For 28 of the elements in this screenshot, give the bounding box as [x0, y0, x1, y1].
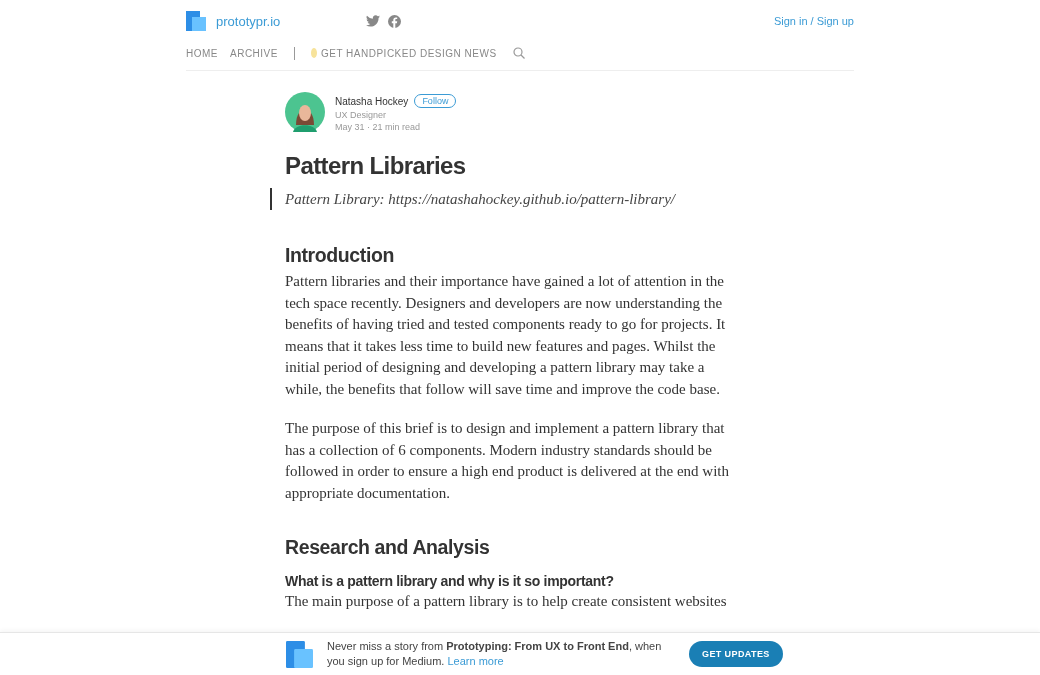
logo-icon[interactable]	[186, 11, 206, 31]
twitter-icon[interactable]	[366, 15, 380, 27]
get-updates-button[interactable]: GET UPDATES	[689, 641, 783, 667]
sign-in-link[interactable]: Sign in / Sign up	[773, 15, 854, 27]
site-logo[interactable]: prototypr.io	[186, 11, 366, 31]
paragraph: Pattern libraries and their importance have gained a lot of attention in the tech space recently. Designers and developers are now understanding the benefits of having tried and tested components ready to go for projects. It means that it takes less time to build new features and pages. Whilst the initial period of designing and developing a pattern library may take a while, the benefits that follow will save time and improve the code base.	[285, 272, 727, 399]
nav-link[interactable]: ARCHIVE	[230, 47, 278, 59]
paragraph: The main purpose of a pattern library is to help create consistent websites	[285, 592, 728, 611]
paragraph: The purpose of this brief is to design and implement a pattern library that has a collection of 6 components. Modern industry standards should be followed in order to ensure a high end product is delivered at the end with appropriate documentation.	[285, 419, 731, 503]
subheading: What is a pattern library and why is it so important?	[285, 573, 615, 589]
pull-quote: Pattern Library: https://natashahockey.github.io/pattern-library/	[270, 188, 743, 210]
post-date: May 31 · 21 min read	[335, 122, 422, 132]
bulb-icon	[310, 48, 317, 58]
avatar[interactable]	[285, 92, 325, 132]
follow-button[interactable]: Follow	[414, 94, 457, 108]
author-name[interactable]: Natasha Hockey	[335, 95, 409, 107]
logo-icon	[286, 640, 313, 668]
search-icon[interactable]	[512, 47, 525, 59]
article-title: Pattern Libraries	[285, 152, 467, 180]
quote-link[interactable]: https://natashahockey.github.io/pattern-library/	[388, 191, 675, 207]
newsletter-link[interactable]: GET HANDPICKED DESIGN NEWS	[310, 47, 497, 59]
section-heading: Introduction	[285, 244, 395, 267]
signup-message: Never miss a story from Prototyping: From UX to Front End, when you sign up for Medium. Learn more	[327, 639, 662, 669]
learn-more-link[interactable]: Learn more	[447, 655, 504, 667]
author-role: UX Designer	[335, 110, 388, 120]
nav-link[interactable]: HOME	[186, 47, 218, 59]
section-heading: Research and Analysis	[285, 536, 491, 559]
facebook-icon[interactable]	[388, 14, 401, 28]
